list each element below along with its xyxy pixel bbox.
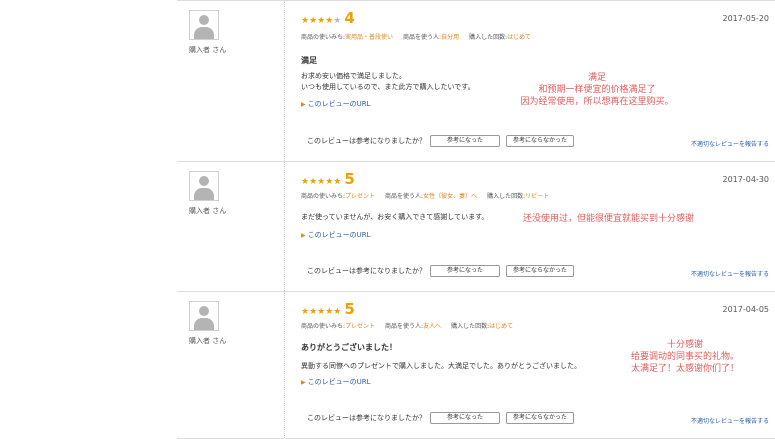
rating: ★★★★★ 4: [301, 10, 355, 29]
divider: [284, 162, 285, 291]
review-item: 購入者 さん ★★★★★ 5 2017-04-05 商品の使いみち:プレゼント 商品…: [177, 291, 775, 439]
reviewer-panel: 購入者 さん: [177, 162, 285, 291]
triangle-right-icon: ▶: [301, 379, 306, 386]
triangle-right-icon: ▶: [301, 101, 306, 108]
reviewer-name: 購入者 さん: [189, 207, 227, 215]
review-content: ★★★★★ 5 2017-04-05 商品の使いみち:プレゼント 商品を使う人:友人…: [301, 292, 769, 438]
review-title: ありがとうございました！: [301, 343, 397, 352]
helpful-no-button[interactable]: 参考にならなかった: [506, 135, 574, 147]
helpful-prompt: このレビューは参考になりましたか？ 参考になった 参考にならなかった: [307, 265, 574, 277]
review-content: ★★★★★ 4 2017-05-20 商品の使いみち:実用品・普段使い 商品を使う人…: [301, 1, 769, 161]
rating-score: 5: [344, 300, 355, 318]
star-rating-icon: ★★★★★: [301, 16, 342, 26]
helpful-no-button[interactable]: 参考にならなかった: [506, 265, 574, 277]
review-title: 満足: [301, 56, 317, 65]
triangle-right-icon: ▶: [301, 232, 306, 239]
rating: ★★★★★ 5: [301, 171, 355, 190]
review-url-link[interactable]: ▶ このレビューのURL: [301, 230, 371, 240]
translation-annotation: 还没使用过，但能很便宜就能买到十分感谢: [523, 214, 695, 224]
report-review-link[interactable]: 不適切なレビューを報告する: [691, 269, 769, 278]
review-date: 2017-04-30: [722, 175, 770, 184]
review-body: まだ使っていませんが、お安く購入できて感謝しています。: [301, 213, 489, 221]
avatar-icon: [189, 10, 219, 40]
helpful-prompt: このレビューは参考になりましたか？ 参考になった 参考にならなかった: [307, 412, 574, 424]
translation-annotation: 十分感谢 给要调动的同事买的礼物。 太满足了！太感谢你们了！: [630, 340, 739, 374]
review-meta: 商品の使いみち:プレゼント 商品を使う人:女性（彼女、妻）へ 購入した回数:リピート: [301, 193, 550, 200]
star-rating-icon: ★★★★★: [301, 307, 342, 317]
helpful-no-button[interactable]: 参考にならなかった: [506, 412, 574, 424]
divider: [284, 292, 285, 438]
helpful-yes-button[interactable]: 参考になった: [430, 265, 500, 277]
review-item: 購入者 さん ★★★★★ 4 2017-05-20 商品の使いみち:実用品・普段使…: [177, 0, 775, 161]
review-date: 2017-04-05: [722, 305, 770, 314]
review-meta: 商品の使いみち:実用品・普段使い 商品を使う人:自分用 購入した回数:はじめて: [301, 34, 532, 41]
translation-annotation: 满足 和预期一样便宜的价格满足了 因为经常使用，所以想再在这里购买。: [520, 73, 674, 107]
review-url-link[interactable]: ▶ このレビューのURL: [301, 377, 371, 387]
review-body: 異動する同僚へのプレゼントで購入しました。大満足でした。ありがとうございました。: [301, 362, 581, 370]
review-url-link[interactable]: ▶ このレビューのURL: [301, 99, 371, 109]
avatar-icon: [189, 171, 219, 201]
star-rating-icon: ★★★★★: [301, 177, 342, 187]
reviewer-name: 購入者 さん: [189, 46, 227, 54]
rating-score: 4: [344, 9, 355, 27]
reviewer-panel: 購入者 さん: [177, 292, 285, 438]
divider: [284, 1, 285, 161]
avatar-icon: [189, 301, 219, 331]
rating: ★★★★★ 5: [301, 301, 355, 320]
review-content: ★★★★★ 5 2017-04-30 商品の使いみち:プレゼント 商品を使う人:女性…: [301, 162, 769, 291]
helpful-yes-button[interactable]: 参考になった: [430, 135, 500, 147]
reviewer-name: 購入者 さん: [189, 337, 227, 345]
rating-score: 5: [344, 170, 355, 188]
helpful-yes-button[interactable]: 参考になった: [430, 412, 500, 424]
review-list: 購入者 さん ★★★★★ 4 2017-05-20 商品の使いみち:実用品・普段使…: [177, 0, 775, 439]
review-date: 2017-05-20: [722, 14, 770, 23]
report-review-link[interactable]: 不適切なレビューを報告する: [691, 416, 769, 425]
report-review-link[interactable]: 不適切なレビューを報告する: [691, 139, 769, 148]
review-meta: 商品の使いみち:プレゼント 商品を使う人:友人へ 購入した回数:はじめて: [301, 323, 514, 330]
review-item: 購入者 さん ★★★★★ 5 2017-04-30 商品の使いみち:プレゼント 商品…: [177, 161, 775, 291]
review-body: お求め安い価格で満足しました。 いつも使用しているので、また此方で購入したいです…: [301, 72, 475, 91]
reviewer-panel: 購入者 さん: [177, 1, 285, 161]
helpful-prompt: このレビューは参考になりましたか？ 参考になった 参考にならなかった: [307, 135, 574, 147]
